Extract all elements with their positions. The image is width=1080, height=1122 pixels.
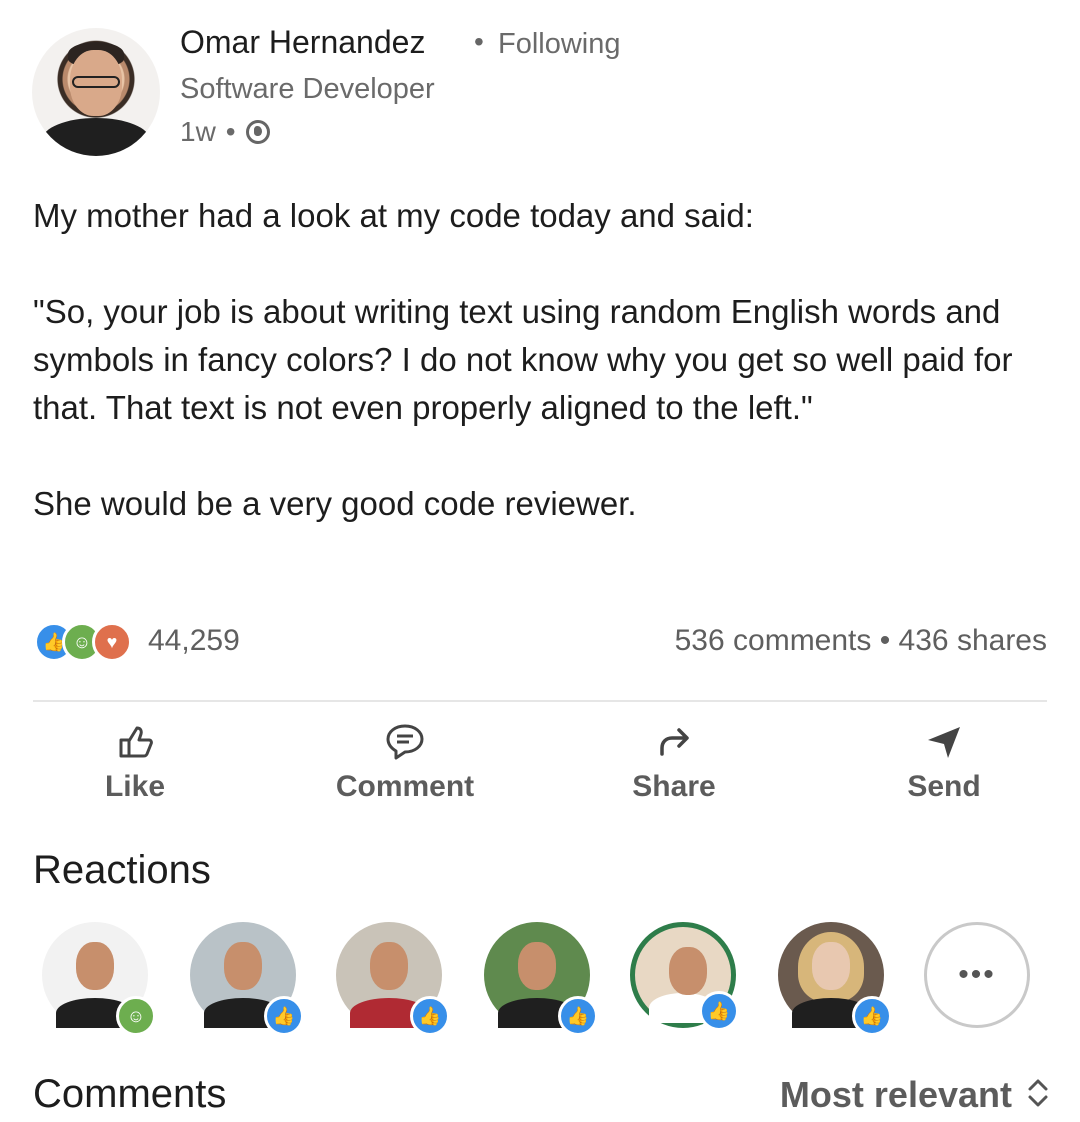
comment-label: Comment	[335, 770, 475, 803]
send-button[interactable]: Send	[844, 718, 1044, 804]
post-paragraph: "So, your job is about writing text usin…	[33, 293, 1013, 426]
meta-separator: •	[225, 116, 236, 147]
reactions-heading: Reactions	[33, 848, 211, 892]
like-icon: 👍	[410, 996, 450, 1036]
more-reactions-button[interactable]: •••	[924, 922, 1030, 1028]
celebrate-icon: ☺	[116, 996, 156, 1036]
like-icon: 👍	[558, 996, 598, 1036]
comments-heading: Comments	[33, 1072, 227, 1116]
like-icon: 👍	[264, 996, 304, 1036]
reaction-count[interactable]: 44,259	[148, 624, 240, 658]
author-name[interactable]: Omar Hernandez	[180, 24, 425, 61]
reactor-avatar[interactable]: ☺	[42, 922, 156, 1036]
post-time: 1w	[180, 116, 216, 147]
name-separator: •	[474, 26, 484, 57]
divider	[33, 700, 1047, 702]
author-headline: Software Developer	[180, 73, 435, 105]
globe-icon	[245, 120, 270, 144]
post-body: My mother had a look at my code today an…	[33, 192, 1053, 528]
reactor-avatar[interactable]: 👍	[336, 922, 450, 1036]
love-icon: ♥	[92, 622, 132, 662]
reactor-avatar[interactable]: 👍	[190, 922, 304, 1036]
share-button[interactable]: Share	[574, 718, 774, 804]
like-button[interactable]: Like	[35, 718, 235, 804]
share-label: Share	[632, 770, 716, 803]
post-paragraph: My mother had a look at my code today an…	[33, 197, 754, 234]
post-meta: 1w •	[180, 116, 270, 148]
comment-icon	[305, 718, 505, 766]
send-icon	[844, 718, 1044, 766]
like-icon: 👍	[852, 996, 892, 1036]
reaction-icons[interactable]: 👍 ☺ ♥	[34, 622, 134, 662]
sort-dropdown[interactable]: Most relevant	[780, 1074, 1050, 1116]
comment-button[interactable]: Comment	[305, 718, 505, 804]
comments-shares-count[interactable]: 536 comments • 436 shares	[675, 624, 1047, 658]
sort-label: Most relevant	[779, 1074, 1012, 1115]
reactor-avatar[interactable]: 👍	[778, 922, 892, 1036]
reactor-avatar[interactable]: 👍	[630, 922, 739, 1031]
sort-updown-icon	[1026, 1076, 1050, 1115]
send-label: Send	[907, 770, 981, 803]
thumbs-up-icon	[35, 718, 235, 766]
author-avatar[interactable]	[32, 28, 160, 156]
post-paragraph: She would be a very good code reviewer.	[33, 485, 637, 522]
like-label: Like	[104, 770, 166, 803]
reactor-avatar[interactable]: 👍	[484, 922, 598, 1036]
share-arrow-icon	[574, 718, 774, 766]
like-icon: 👍	[699, 991, 739, 1031]
following-status[interactable]: Following	[498, 28, 621, 61]
